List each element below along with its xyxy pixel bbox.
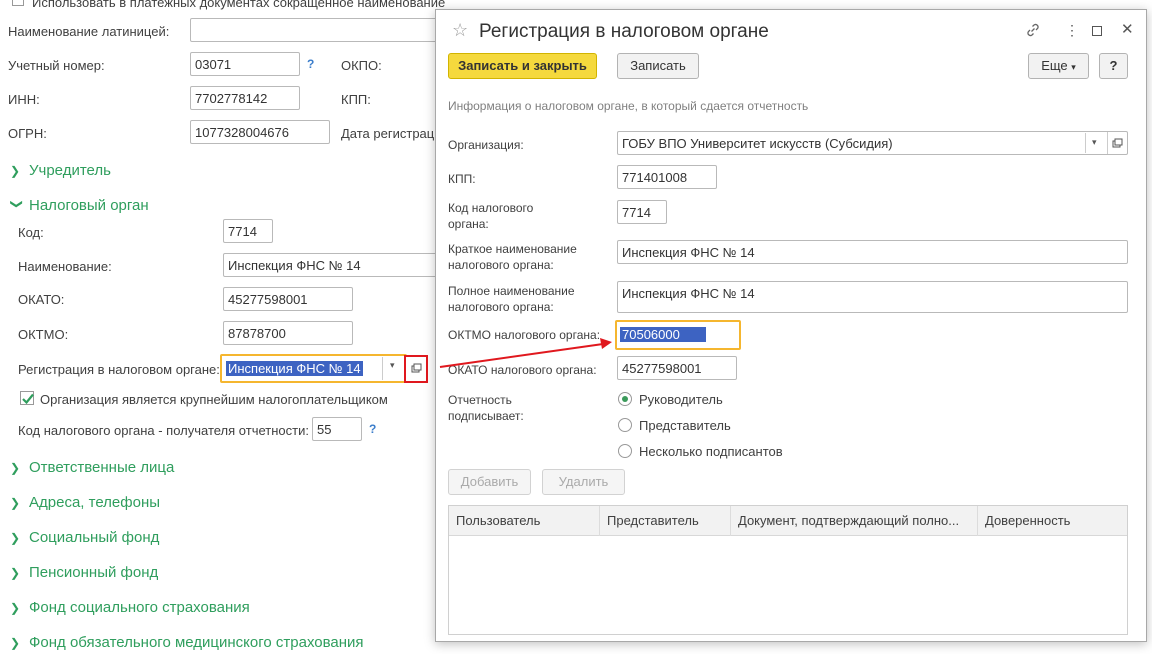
annotation-arrow <box>439 338 612 368</box>
